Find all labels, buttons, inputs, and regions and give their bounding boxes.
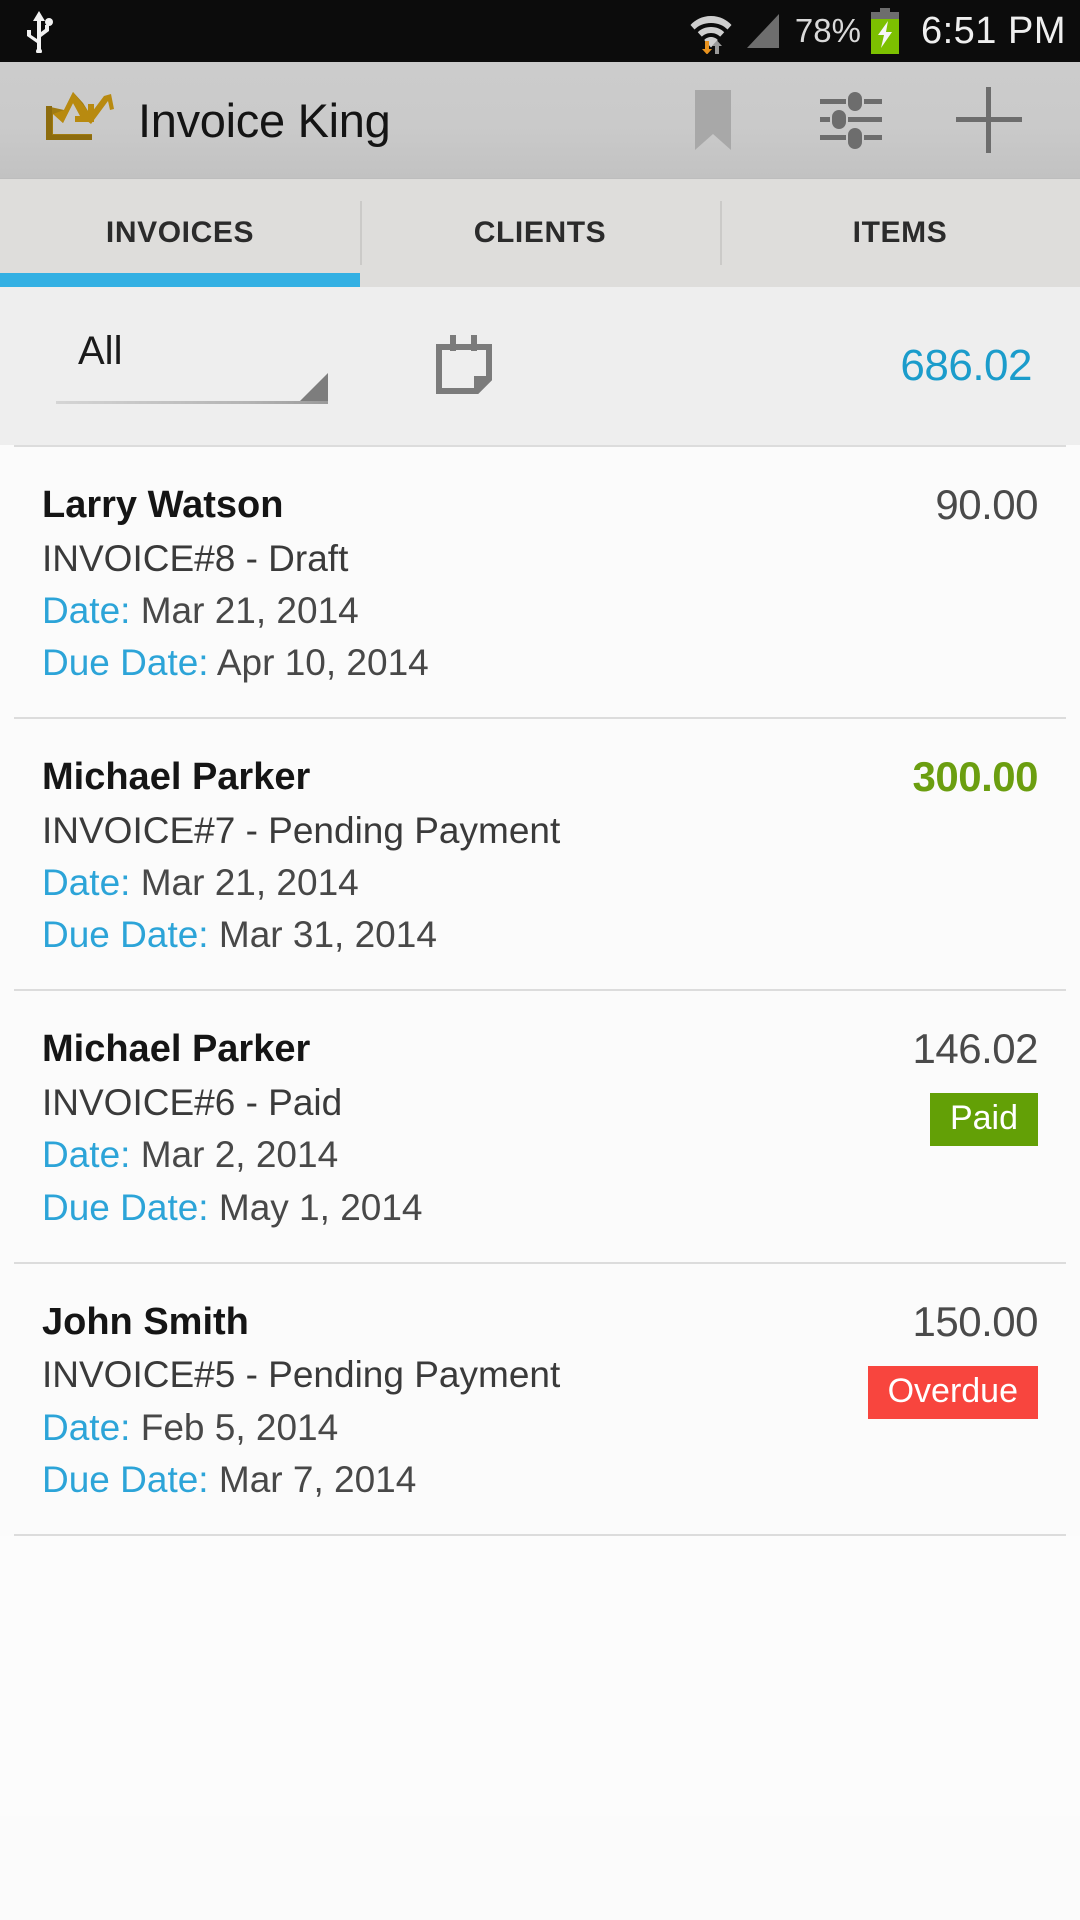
signal-icon [743,10,785,52]
status-filter-value: All [78,328,123,373]
tab-invoices[interactable]: INVOICES [0,179,360,287]
date-filter-button[interactable] [426,328,502,404]
app-brand[interactable]: Invoice King [42,92,644,148]
invoice-list: Larry Watson INVOICE#8 - Draft Date: Mar… [0,447,1080,1816]
tab-selection-indicator [0,273,360,287]
invoice-number-status: INVOICE#5 - Pending Payment [42,1354,561,1396]
crown-logo-icon [42,92,116,148]
status-bar-left [22,9,56,53]
invoice-info: Michael Parker INVOICE#6 - Paid Date: Ma… [42,1025,893,1231]
tab-invoices-label: INVOICES [105,216,255,249]
invoice-amount-area: 90.00 [915,481,1038,687]
battery-charging-icon [870,8,901,54]
invoice-date-label: Date: [42,589,131,631]
app-bar-actions [644,62,1058,179]
invoice-due-date-value: Mar 31, 2014 [218,914,437,956]
tab-bar: INVOICES CLIENTS ITEMS [0,179,1080,287]
wifi-icon [689,8,733,54]
calendar-icon [433,335,495,397]
invoice-due-date: Due Date: May 1, 2014 [42,1183,893,1232]
invoice-due-date: Due Date: Mar 31, 2014 [42,910,893,959]
invoice-due-date-label: Due Date: [42,1458,209,1500]
status-badge: Paid [929,1093,1038,1147]
invoice-due-date-value: Mar 7, 2014 [218,1458,417,1500]
invoice-due-date-value: May 1, 2014 [218,1186,423,1228]
invoice-list-item[interactable]: Michael Parker INVOICE#7 - Pending Payme… [0,719,1080,989]
invoice-amount: 146.02 [912,1025,1039,1073]
settings-button[interactable] [782,62,920,179]
invoice-number-status: INVOICE#6 - Paid [42,1082,343,1124]
status-bar-right: 78% 6:51 PM [689,8,1066,54]
filter-bar: All 686.02 [0,287,1080,445]
invoice-amount-area: 150.00 Overdue [848,1297,1039,1504]
invoice-due-date-value: Apr 10, 2014 [216,642,429,684]
bookmark-button[interactable] [644,62,782,179]
invoice-number-status: INVOICE#8 - Draft [42,537,349,579]
invoice-client-name: Larry Watson [42,484,284,526]
invoice-client-name: John Smith [42,1300,249,1343]
battery-percent-label: 78% [794,12,861,49]
invoice-due-date: Due Date: Apr 10, 2014 [42,638,915,687]
invoice-number-status: INVOICE#7 - Pending Payment [42,809,561,851]
list-empty-space [0,1535,1080,1816]
invoice-date-value: Mar 21, 2014 [140,862,359,904]
tab-clients-label: CLIENTS [473,216,607,249]
invoice-date-value: Mar 2, 2014 [140,1134,339,1176]
invoice-date-value: Mar 21, 2014 [140,589,359,631]
invoice-list-item[interactable]: John Smith INVOICE#5 - Pending Payment D… [0,1264,1080,1534]
invoice-info: John Smith INVOICE#5 - Pending Payment D… [42,1298,848,1504]
app-bar: Invoice King [0,62,1080,179]
invoice-amount-area: 300.00 [893,753,1039,959]
status-badge: Overdue [867,1365,1038,1419]
invoice-date-value: Feb 5, 2014 [140,1406,339,1448]
invoice-client-name: Michael Parker [42,1028,311,1071]
bookmark-icon [691,88,735,152]
invoice-date: Date: Mar 21, 2014 [42,586,915,635]
app-title: Invoice King [138,93,391,147]
invoice-info: Larry Watson INVOICE#8 - Draft Date: Mar… [42,481,915,687]
spinner-underline [56,400,328,404]
invoice-due-date: Due Date: Mar 7, 2014 [42,1455,848,1504]
invoice-due-date-label: Due Date: [42,642,209,684]
invoice-due-date-label: Due Date: [42,1186,209,1228]
tab-items-label: ITEMS [852,216,948,249]
invoice-date-label: Date: [42,862,131,904]
invoice-due-date-label: Due Date: [42,914,209,956]
invoice-list-item[interactable]: Michael Parker INVOICE#6 - Paid Date: Ma… [0,991,1080,1261]
status-bar: 78% 6:51 PM [0,0,1080,62]
invoice-client-name: Michael Parker [42,756,311,799]
invoice-amount: 150.00 [912,1297,1039,1345]
invoice-list-item[interactable]: Larry Watson INVOICE#8 - Draft Date: Mar… [0,447,1080,717]
status-filter-spinner[interactable]: All [56,329,328,404]
invoices-total: 686.02 [900,341,1032,390]
app-screen: 78% 6:51 PM Invoice King INVOICES CLIENT… [0,0,1080,1920]
tab-clients[interactable]: CLIENTS [360,179,720,287]
invoice-amount: 300.00 [912,753,1039,801]
invoice-date: Date: Mar 2, 2014 [42,1130,893,1179]
invoice-date: Date: Feb 5, 2014 [42,1403,848,1452]
usb-icon [22,9,56,53]
status-bar-clock: 6:51 PM [920,9,1066,52]
invoice-date: Date: Mar 21, 2014 [42,858,893,907]
sliders-icon [820,91,882,149]
invoice-amount: 90.00 [935,481,1038,528]
invoice-date-label: Date: [42,1134,131,1176]
invoice-amount-area: 146.02 Paid [893,1025,1039,1231]
invoice-info: Michael Parker INVOICE#7 - Pending Payme… [42,753,893,959]
tab-items[interactable]: ITEMS [720,179,1080,287]
plus-icon [956,87,1022,153]
dropdown-triangle-icon [300,372,328,401]
invoice-date-label: Date: [42,1406,131,1448]
add-button[interactable] [920,62,1058,179]
